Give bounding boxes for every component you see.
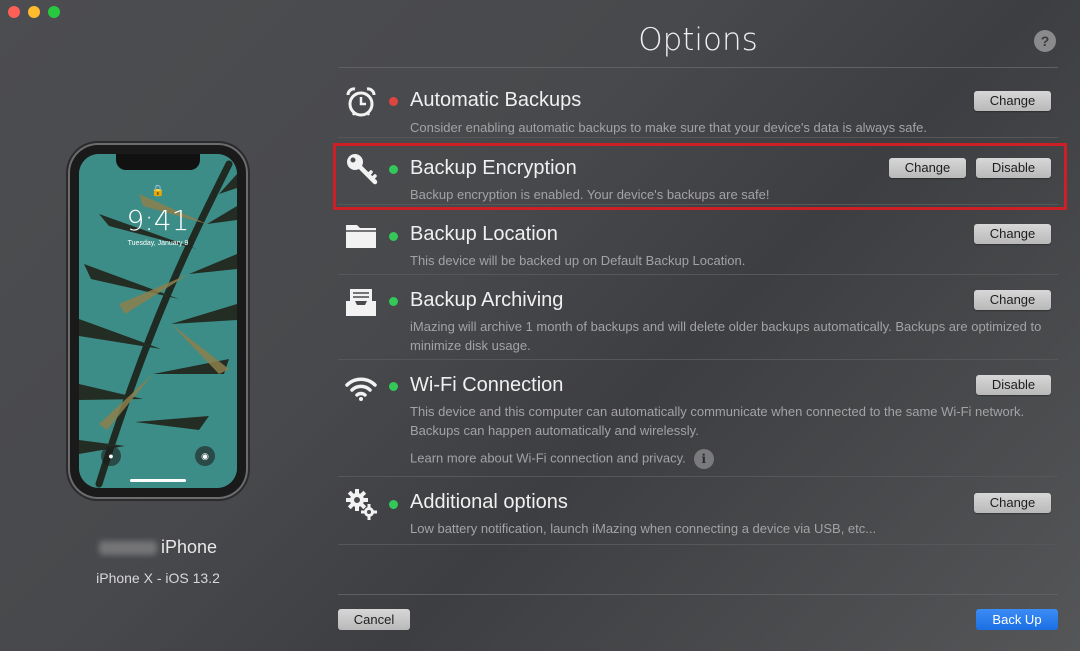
option-description: Consider enabling automatic backups to m… — [410, 120, 927, 135]
cancel-button[interactable]: Cancel — [338, 609, 410, 630]
wifi-privacy-link[interactable]: Learn more about Wi-Fi connection and pr… — [410, 450, 686, 465]
backup-encryption-change-button[interactable]: Change — [889, 158, 966, 178]
option-title: Wi-Fi Connection — [410, 374, 564, 396]
folder-icon — [344, 218, 378, 252]
options-window: 🔒 9:41 Tuesday, January 9 ● ◉ iPhone iPh… — [0, 0, 1080, 651]
option-backup-encryption: Backup Encryption Backup encryption is e… — [338, 138, 1058, 205]
option-wifi-connection: Wi-Fi Connection This device and this co… — [338, 360, 1058, 477]
key-icon — [344, 151, 378, 185]
divider — [338, 594, 1058, 595]
page-title: Options — [638, 22, 758, 58]
device-model: iPhone X - iOS 13.2 — [96, 570, 220, 586]
backup-archiving-change-button[interactable]: Change — [974, 290, 1051, 310]
device-image: 🔒 9:41 Tuesday, January 9 ● ◉ — [70, 145, 246, 497]
status-indicator — [389, 97, 398, 106]
wifi-privacy-info: Learn more about Wi-Fi connection and pr… — [410, 449, 714, 469]
automatic-backups-change-button[interactable]: Change — [974, 91, 1051, 111]
option-title: Backup Archiving — [410, 289, 564, 311]
option-backup-location: Backup Location This device will be back… — [338, 205, 1058, 275]
option-title: Additional options — [410, 491, 568, 513]
wifi-icon — [344, 371, 378, 405]
status-indicator — [389, 297, 398, 306]
option-description: This device and this computer can automa… — [410, 404, 1025, 438]
backup-location-change-button[interactable]: Change — [974, 224, 1051, 244]
divider — [338, 67, 1058, 68]
redacted-owner-name — [98, 541, 157, 556]
home-indicator — [130, 479, 186, 482]
option-additional-options: Additional options Low battery notificat… — [338, 477, 1058, 545]
phone-screen: 🔒 9:41 Tuesday, January 9 ● ◉ — [79, 154, 237, 488]
help-button[interactable]: ? — [1034, 30, 1056, 52]
back-up-button[interactable]: Back Up — [976, 609, 1058, 630]
padlock-icon: 🔒 — [151, 185, 165, 197]
option-backup-archiving: Backup Archiving iMazing will archive 1 … — [338, 275, 1058, 360]
backup-encryption-disable-button[interactable]: Disable — [976, 158, 1051, 178]
device-name: iPhone — [0, 537, 316, 558]
option-description: iMazing will archive 1 month of backups … — [410, 319, 1042, 353]
options-pane: Options ? Automatic Backups Consider ena… — [318, 0, 1080, 651]
phone-time: 9:41 — [126, 204, 190, 237]
flashlight-icon: ● — [101, 446, 121, 466]
option-description: Backup encryption is enabled. Your devic… — [410, 187, 770, 202]
alarm-clock-icon — [344, 85, 378, 119]
option-title: Automatic Backups — [410, 89, 582, 111]
info-icon[interactable]: i — [693, 449, 714, 469]
status-indicator — [389, 382, 398, 391]
status-indicator — [389, 232, 398, 241]
option-title: Backup Encryption — [410, 157, 577, 179]
status-indicator — [389, 165, 398, 174]
status-indicator — [389, 500, 398, 509]
device-name-suffix: iPhone — [160, 537, 218, 557]
option-description: This device will be backed up on Default… — [410, 253, 746, 268]
phone-notch — [116, 154, 200, 170]
gears-icon — [344, 487, 378, 521]
device-pane: 🔒 9:41 Tuesday, January 9 ● ◉ iPhone iPh… — [0, 0, 318, 651]
phone-date: Tuesday, January 9 — [127, 240, 189, 247]
archive-tray-icon — [344, 285, 378, 319]
option-automatic-backups: Automatic Backups Consider enabling auto… — [338, 70, 1058, 138]
wifi-connection-disable-button[interactable]: Disable — [976, 375, 1051, 395]
additional-options-change-button[interactable]: Change — [974, 493, 1051, 513]
option-description: Low battery notification, launch iMazing… — [410, 521, 877, 536]
option-title: Backup Location — [410, 223, 558, 245]
camera-icon: ◉ — [195, 446, 215, 466]
